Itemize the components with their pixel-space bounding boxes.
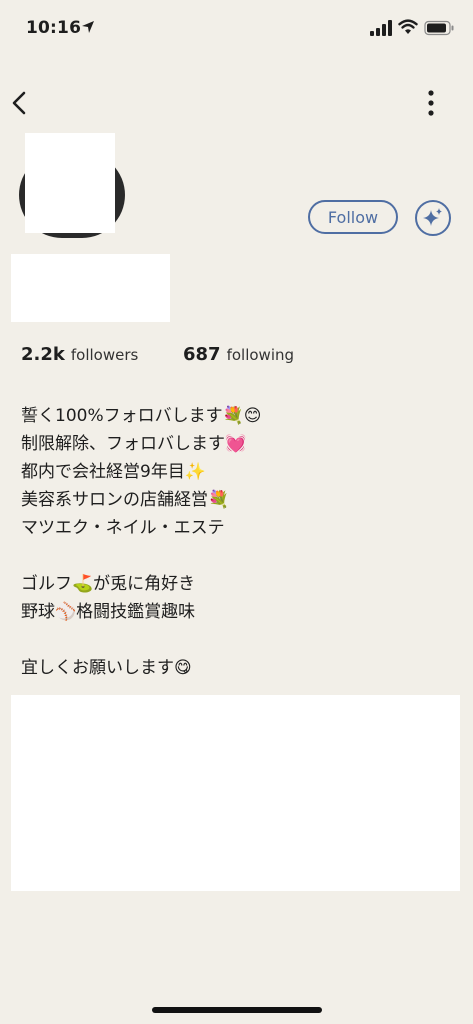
followers-label: followers	[70, 346, 139, 364]
home-indicator[interactable]	[152, 1007, 322, 1013]
bio-line: ゴルフ⛳が兎に角好き	[21, 574, 196, 594]
media-redaction	[11, 695, 460, 891]
avatar-redaction	[25, 133, 115, 233]
followers-stat[interactable]: 2.2k followers	[21, 344, 138, 365]
following-count: 687	[183, 344, 221, 365]
bio-line	[21, 542, 441, 570]
follow-button[interactable]: Follow	[308, 200, 398, 234]
cellular-signal-icon	[370, 20, 392, 36]
status-time: 10:16	[26, 18, 82, 38]
back-button[interactable]	[8, 88, 34, 118]
bio-line: 宜しくお願いします😋	[21, 658, 192, 678]
location-arrow-icon	[82, 21, 94, 33]
bio-line: 制限解除、フォロバします💓	[21, 434, 247, 454]
sparkle-button[interactable]	[415, 200, 451, 236]
battery-icon	[424, 20, 454, 36]
more-options-button[interactable]	[420, 88, 442, 120]
bio-line	[21, 626, 441, 654]
bio: 誓く100%フォロバします💐😊 制限解除、フォロバします💓 都内で会社経営9年目…	[21, 402, 441, 682]
followers-count: 2.2k	[21, 344, 65, 365]
name-redaction	[11, 254, 170, 322]
vertical-ellipsis-icon	[428, 90, 434, 116]
status-bar: 10:16	[0, 0, 473, 58]
bio-line: マツエク・ネイル・エステ	[21, 518, 225, 538]
bio-line: 都内で会社経営9年目✨	[21, 462, 206, 482]
bio-line: 野球⚾格闘技鑑賞趣味	[21, 602, 196, 622]
following-stat[interactable]: 687 following	[183, 344, 294, 365]
bio-line: 美容系サロンの店舗経営💐	[21, 490, 230, 510]
sparkle-icon	[423, 208, 442, 226]
chevron-left-icon	[12, 91, 26, 115]
bio-line: 誓く100%フォロバします💐😊	[21, 406, 262, 426]
following-label: following	[226, 346, 295, 364]
wifi-icon	[398, 19, 418, 34]
